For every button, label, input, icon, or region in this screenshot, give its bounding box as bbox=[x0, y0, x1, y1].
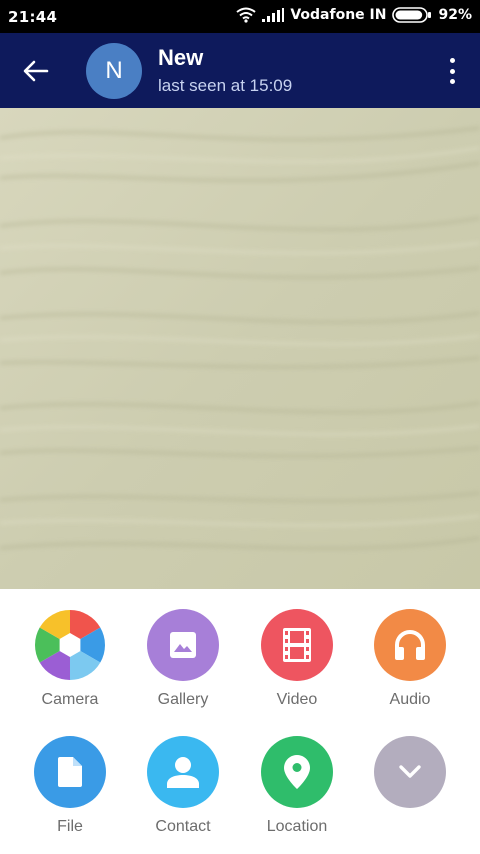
battery-icon bbox=[392, 7, 432, 23]
contact-label: Contact bbox=[155, 818, 211, 835]
wifi-icon bbox=[236, 7, 256, 23]
chat-header: N New last seen at 15:09 bbox=[0, 33, 480, 108]
attach-file-button[interactable]: File bbox=[15, 736, 125, 836]
headphones-icon bbox=[374, 609, 446, 681]
status-bar: 21:44 Vodafone IN 92% bbox=[0, 0, 480, 33]
more-vert-icon bbox=[449, 58, 455, 63]
battery-percent: 92% bbox=[438, 7, 472, 23]
location-label: Location bbox=[266, 818, 328, 835]
audio-label: Audio bbox=[389, 691, 431, 708]
attach-contact-button[interactable]: Contact bbox=[128, 736, 238, 836]
more-options-button[interactable] bbox=[444, 55, 460, 87]
signal-icon bbox=[262, 8, 285, 22]
location-pin-icon bbox=[261, 736, 333, 808]
attach-audio-button[interactable]: Audio bbox=[355, 609, 465, 709]
attach-camera-button[interactable]: Camera bbox=[15, 609, 125, 709]
camera-label: Camera bbox=[41, 691, 99, 708]
file-icon bbox=[34, 736, 106, 808]
status-time: 21:44 bbox=[8, 8, 58, 26]
carrier-name: Vodafone IN bbox=[290, 7, 387, 23]
chat-title[interactable]: New bbox=[158, 45, 203, 71]
avatar-letter: N bbox=[105, 57, 123, 84]
avatar[interactable]: N bbox=[86, 43, 142, 99]
attach-video-button[interactable]: Video bbox=[242, 609, 352, 709]
camera-preview[interactable] bbox=[0, 108, 480, 589]
contact-person-icon bbox=[147, 736, 219, 808]
attach-gallery-button[interactable]: Gallery bbox=[128, 609, 238, 709]
attach-menu: Camera Gallery Video Audio File Contact … bbox=[0, 589, 480, 854]
camera-aperture-icon bbox=[34, 609, 106, 681]
film-strip-icon bbox=[261, 609, 333, 681]
chevron-down-icon bbox=[374, 736, 446, 808]
gallery-icon bbox=[147, 609, 219, 681]
last-seen-status: last seen at 15:09 bbox=[158, 76, 293, 95]
back-arrow-icon bbox=[23, 60, 49, 82]
video-label: Video bbox=[276, 691, 318, 708]
wood-texture-image bbox=[0, 108, 480, 589]
gallery-label: Gallery bbox=[157, 691, 209, 708]
attach-location-button[interactable]: Location bbox=[242, 736, 352, 836]
file-label: File bbox=[57, 818, 83, 835]
back-button[interactable] bbox=[16, 53, 56, 89]
collapse-options-button[interactable] bbox=[355, 736, 465, 808]
